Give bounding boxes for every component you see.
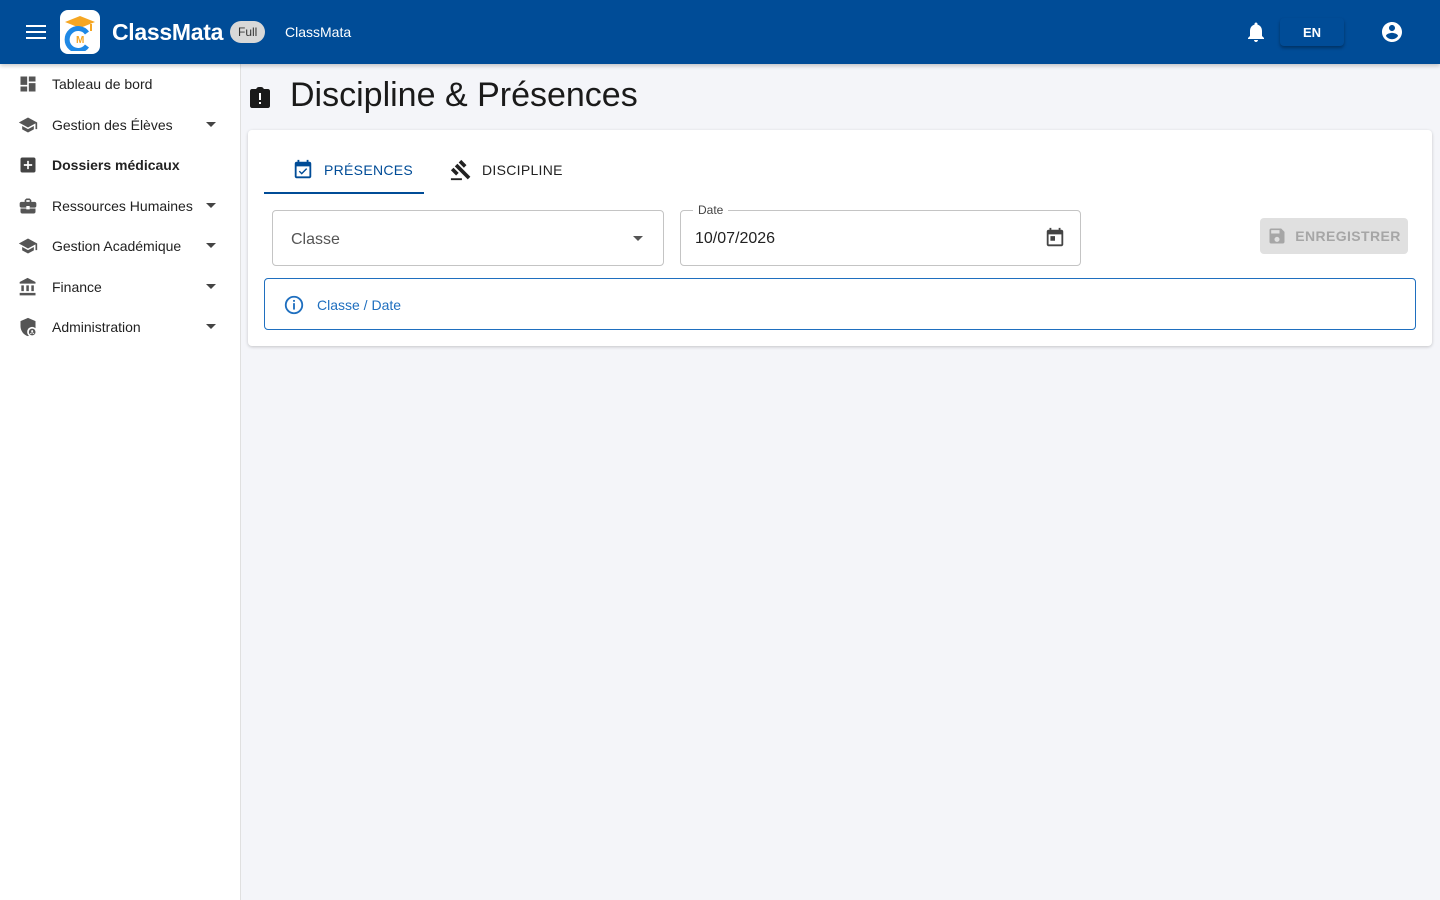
date-field[interactable]: Date 10/07/2026 (680, 203, 1081, 266)
tabs-bar: PRÉSENCES DISCIPLINE (264, 146, 1416, 194)
sidebar-item-administration[interactable]: Administration (0, 307, 240, 347)
sidebar-item-label: Tableau de bord (52, 76, 153, 92)
calendar-check-icon (294, 159, 312, 179)
save-button-label: ENREGISTRER (1295, 228, 1401, 244)
tab-label: PRÉSENCES (324, 162, 414, 178)
date-field-label: Date (693, 203, 729, 217)
language-button[interactable]: EN (1280, 18, 1344, 46)
class-select[interactable]: Classe (272, 210, 664, 266)
sidebar-item-label: Gestion des Élèves (52, 117, 173, 133)
sidebar-item-academic[interactable]: Gestion Académique (0, 226, 240, 266)
sidebar-item-dashboard[interactable]: Tableau de bord (0, 64, 240, 104)
dropdown-arrow-icon (633, 236, 643, 241)
app-name-label: ClassMata (285, 24, 352, 40)
top-app-bar: M ClassMata Full ClassMata EN (0, 0, 1440, 64)
expand-caret-icon (206, 284, 216, 289)
sidebar-item-human-resources[interactable]: Ressources Humaines (0, 186, 240, 226)
sidebar-item-medical-records[interactable]: Dossiers médicaux (0, 145, 240, 185)
expand-caret-icon (206, 324, 216, 329)
info-icon (284, 295, 304, 315)
sidebar: Tableau de bord Gestion des Élèves Dossi… (0, 64, 241, 900)
info-alert-text: Classe / Date (317, 297, 402, 313)
info-alert: Classe / Date (264, 278, 1416, 330)
sidebar-item-students[interactable]: Gestion des Élèves (0, 105, 240, 145)
class-select-placeholder: Classe (291, 231, 340, 248)
bank-icon (19, 277, 36, 296)
attendance-card: PRÉSENCES DISCIPLINE Classe Date 10/07/2… (248, 130, 1432, 346)
tab-label: DISCIPLINE (482, 162, 563, 178)
sidebar-item-label: Gestion Académique (52, 238, 182, 254)
gavel-icon (450, 159, 471, 181)
brand-name: ClassMata (112, 19, 224, 45)
sidebar-item-label: Ressources Humaines (52, 198, 193, 214)
language-label: EN (1302, 24, 1322, 40)
save-icon (1269, 228, 1285, 244)
expand-caret-icon (206, 203, 216, 208)
dashboard-icon (20, 76, 36, 92)
expand-caret-icon (206, 122, 216, 127)
medical-icon (20, 157, 36, 173)
svg-text:M: M (76, 35, 84, 46)
plan-badge: Full (230, 21, 266, 43)
sidebar-item-finance[interactable]: Finance (0, 267, 240, 307)
hamburger-icon (26, 25, 46, 39)
save-button[interactable]: ENREGISTRER (1260, 218, 1408, 254)
tab-discipline[interactable]: DISCIPLINE (450, 146, 580, 194)
calendar-icon[interactable] (1044, 227, 1066, 249)
date-field-value: 10/07/2026 (695, 230, 776, 247)
sidebar-item-label: Finance (52, 279, 102, 295)
admin-shield-icon (20, 317, 36, 337)
page-title: Discipline & Présences (290, 76, 638, 114)
tab-presences[interactable]: PRÉSENCES (264, 146, 424, 194)
expand-caret-icon (206, 243, 216, 248)
school-icon (18, 238, 38, 254)
notifications-bell-icon[interactable] (1244, 20, 1268, 44)
sidebar-item-label: Dossiers médicaux (52, 157, 180, 173)
account-circle-icon[interactable] (1380, 20, 1404, 44)
app-logo[interactable]: M (60, 10, 100, 54)
sidebar-item-label: Administration (52, 319, 141, 335)
school-icon (18, 117, 38, 133)
briefcase-icon (19, 198, 37, 214)
clipboard-alert-icon (250, 87, 270, 108)
